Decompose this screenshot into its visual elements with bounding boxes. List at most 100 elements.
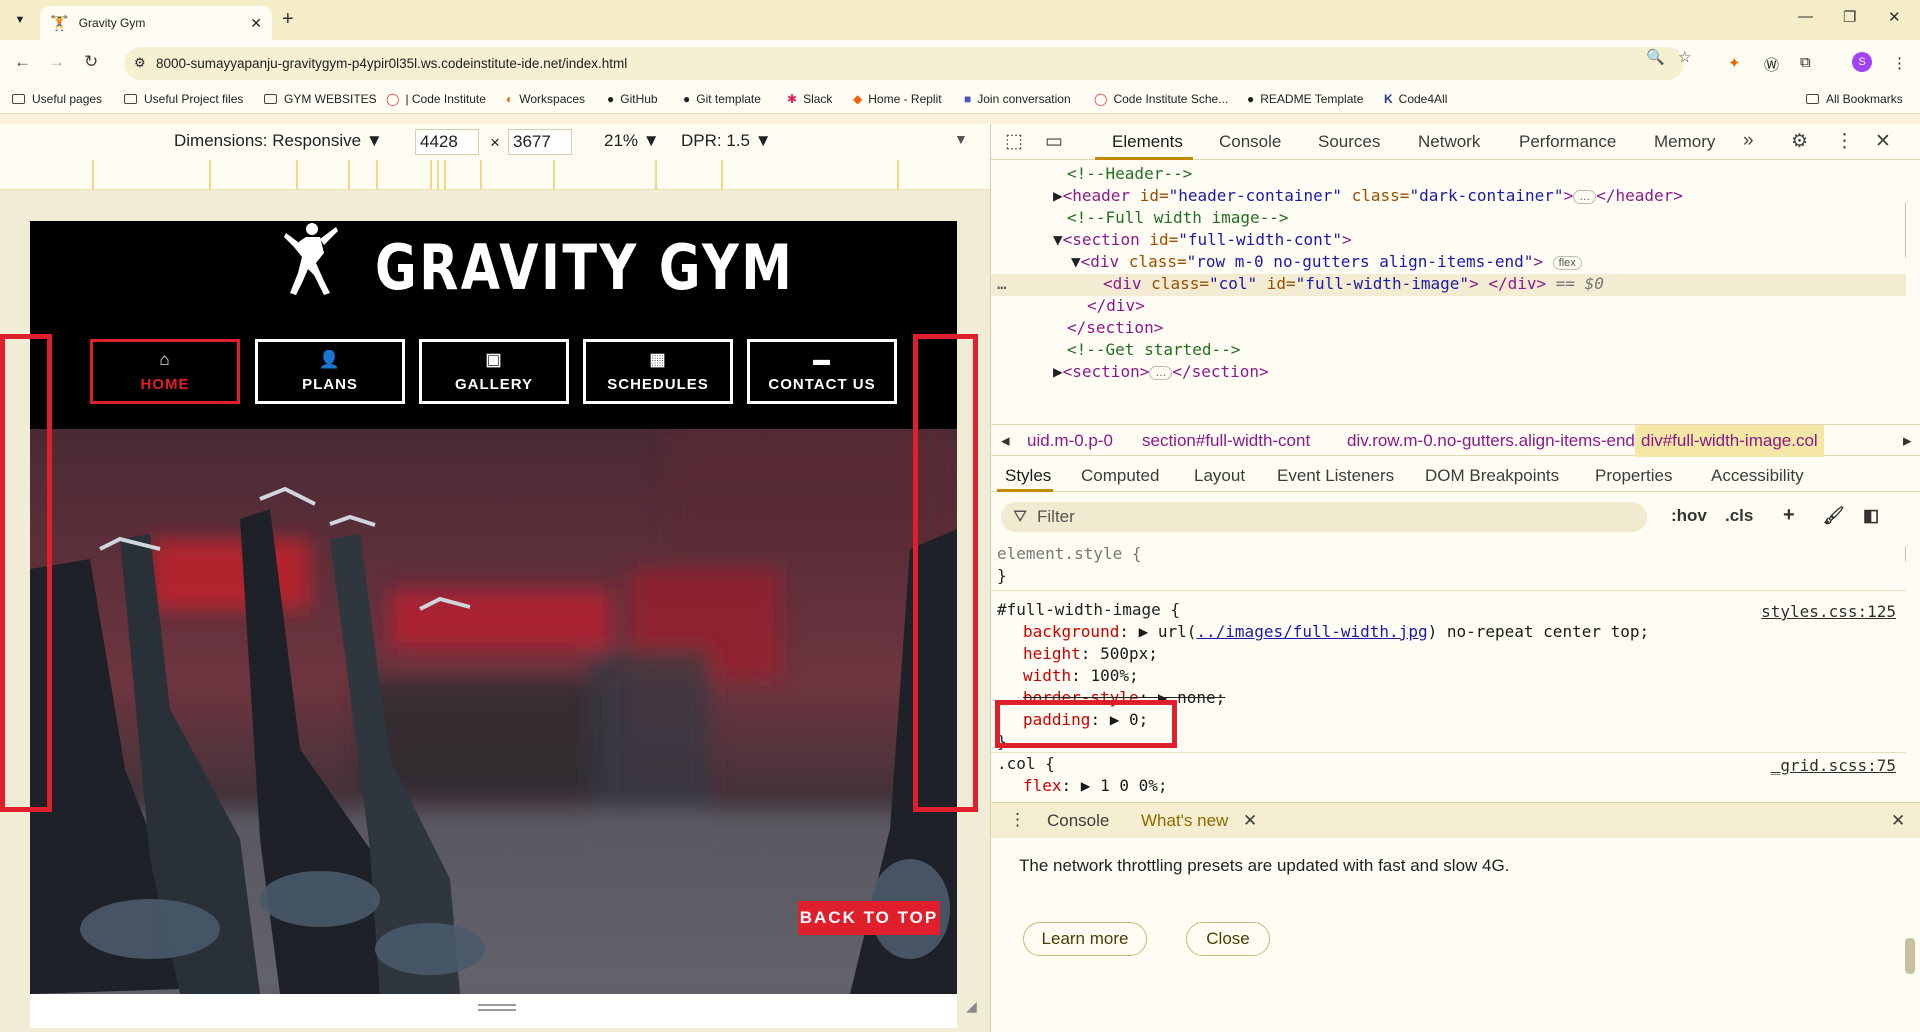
close-whats-new-tab-icon[interactable]: ✕ <box>1243 811 1257 831</box>
address-bar[interactable]: ⚙ 8000-sumayyapanju-gravitygym-p4ypir0l3… <box>124 47 1684 80</box>
bookmark-link[interactable]: ● GitHub <box>607 92 658 106</box>
extension-icon[interactable]: ✦ <box>1728 54 1741 72</box>
close-button[interactable]: Close <box>1186 922 1270 956</box>
forward-arrow-icon[interactable]: → <box>48 52 65 72</box>
tab-elements[interactable]: Elements <box>1112 132 1183 152</box>
nav-schedules-button[interactable]: ▦ SCHEDULES <box>583 339 733 404</box>
dom-node-row-div[interactable]: ▼<div class="row m-0 no-gutters align-it… <box>1071 252 1582 271</box>
breadcrumb-item[interactable]: uid.m-0.p-0 <box>1027 431 1113 451</box>
dimensions-dropdown[interactable]: Dimensions: Responsive ▼ <box>174 131 383 151</box>
learn-more-button[interactable]: Learn more <box>1023 922 1147 956</box>
subtab-event-listeners[interactable]: Event Listeners <box>1277 466 1394 486</box>
subtab-styles[interactable]: Styles <box>1005 466 1051 486</box>
nav-gallery-button[interactable]: ▣ GALLERY <box>419 339 569 404</box>
corner-resize-icon[interactable]: ◢ <box>966 998 977 1015</box>
bookmark-link[interactable]: ◯ Code Institute Sche... <box>1094 92 1228 106</box>
subtab-accessibility[interactable]: Accessibility <box>1711 466 1804 486</box>
zoom-icon[interactable]: 🔍 <box>1646 48 1665 66</box>
close-window-icon[interactable]: ✕ <box>1888 8 1901 26</box>
hov-toggle-button[interactable]: :hov <box>1671 506 1707 526</box>
styles-filter-input[interactable]: ⛛ Filter <box>1001 502 1647 532</box>
subtab-layout[interactable]: Layout <box>1194 466 1245 486</box>
breadcrumb-right-arrow-icon[interactable]: ▸ <box>1903 431 1912 451</box>
subtab-computed[interactable]: Computed <box>1081 466 1159 486</box>
subtab-dom-breakpoints[interactable]: DOM Breakpoints <box>1425 466 1559 486</box>
inspect-element-icon[interactable]: ⬚ <box>1005 130 1023 153</box>
css-flex-declaration[interactable]: flex: ▶ 1 0 0%; <box>1023 776 1168 795</box>
bookmark-link[interactable]: ✱ Slack <box>787 92 832 106</box>
subtab-properties[interactable]: Properties <box>1595 466 1672 486</box>
zoom-dropdown[interactable]: 21% ▼ <box>604 131 660 151</box>
expand-triangle-icon[interactable]: ▶ <box>1053 186 1063 205</box>
new-style-rule-plus-icon[interactable]: + <box>1783 504 1795 527</box>
css-height-declaration[interactable]: height: 500px; <box>1023 644 1158 663</box>
elements-dom-tree[interactable]: <!--Header--> ▶<header id="header-contai… <box>991 160 1906 422</box>
breadcrumb-item[interactable]: section#full-width-cont <box>1142 431 1310 451</box>
flex-badge[interactable]: flex <box>1552 255 1582 270</box>
collapsed-ellipsis-badge[interactable]: … <box>1149 365 1173 380</box>
cls-toggle-button[interactable]: .cls <box>1725 506 1753 526</box>
source-link-grid-scss[interactable]: _grid.scss:75 <box>1771 756 1896 775</box>
more-options-triangle-icon[interactable]: ▼ <box>954 131 968 147</box>
bookmark-link[interactable]: ● README Template <box>1247 92 1363 106</box>
restore-window-icon[interactable]: ❐ <box>1843 8 1856 26</box>
new-tab-plus-icon[interactable]: + <box>282 8 294 31</box>
nav-contact-button[interactable]: ▬ CONTACT US <box>747 339 897 404</box>
tab-network[interactable]: Network <box>1418 132 1480 152</box>
row-options-ellipsis-icon[interactable]: … <box>997 274 1007 293</box>
expand-triangle-icon[interactable]: ▶ <box>1053 362 1063 381</box>
breadcrumb-item[interactable]: div.row.m-0.no-gutters.align-items-end <box>1347 431 1635 451</box>
dom-node-header[interactable]: ▶<header id="header-container" class="da… <box>1053 186 1683 205</box>
browser-menu-icon[interactable]: ⋮ <box>1892 54 1907 72</box>
height-input[interactable]: 3677 <box>508 129 572 155</box>
bookmark-link[interactable]: ● Git template <box>683 92 761 106</box>
more-tabs-chevron-icon[interactable]: » <box>1743 130 1754 152</box>
tab-search-chevron-icon[interactable]: ▼ <box>8 8 32 32</box>
bookmark-folder[interactable]: GYM WEBSITES <box>264 92 377 106</box>
tab-performance[interactable]: Performance <box>1519 132 1616 152</box>
devtools-menu-icon[interactable]: ⋮ <box>1835 130 1854 153</box>
extension-w-icon[interactable]: Ⓦ <box>1764 54 1779 75</box>
source-link-styles-css[interactable]: styles.css:125 <box>1761 602 1896 621</box>
back-to-top-button[interactable]: BACK TO TOP <box>798 901 940 935</box>
site-info-icon[interactable]: ⚙ <box>134 55 146 71</box>
width-input[interactable]: 4428 <box>415 129 479 155</box>
bookmark-link[interactable]: K Code4All <box>1384 92 1447 106</box>
profile-avatar[interactable]: S <box>1852 52 1872 72</box>
browser-tab[interactable]: 🏋 Gravity Gym ✕ <box>40 6 272 40</box>
dpr-dropdown[interactable]: DPR: 1.5 ▼ <box>681 131 772 151</box>
styles-scrollbar[interactable] <box>1905 544 1906 564</box>
dom-node-section-get-started[interactable]: ▶<section>… </section> <box>1053 362 1269 381</box>
nav-plans-button[interactable]: 👤 PLANS <box>255 339 405 404</box>
breadcrumb-item-selected[interactable]: div#full-width-image.col <box>1635 425 1824 457</box>
drawer-tab-console[interactable]: Console <box>1047 811 1109 831</box>
bookmark-star-icon[interactable]: ☆ <box>1678 48 1691 66</box>
reload-icon[interactable]: ↻ <box>84 52 98 72</box>
drawer-menu-icon[interactable]: ⋮ <box>1009 810 1026 830</box>
minimize-icon[interactable]: — <box>1798 8 1813 25</box>
css-width-declaration[interactable]: width: 100%; <box>1023 666 1139 685</box>
drawer-tab-whats-new[interactable]: What's new <box>1141 811 1228 831</box>
tab-close-icon[interactable]: ✕ <box>250 15 262 32</box>
all-bookmarks[interactable]: All Bookmarks <box>1806 92 1903 106</box>
css-background-declaration[interactable]: background: ▶ url(../images/full-width.j… <box>1023 622 1649 641</box>
device-toggle-icon[interactable]: ▭ <box>1045 130 1063 153</box>
bookmark-folder[interactable]: Useful Project files <box>124 92 243 106</box>
bookmark-link[interactable]: ◐ Workspaces <box>506 92 585 106</box>
media-query-ruler[interactable] <box>0 160 990 190</box>
dom-node-full-width-image[interactable]: <div class="col" id="full-width-image"> … <box>1103 274 1604 293</box>
nav-home-button[interactable]: ⌂ HOME <box>90 339 240 404</box>
back-arrow-icon[interactable]: ← <box>14 52 31 72</box>
elements-scrollbar[interactable] <box>1905 200 1906 260</box>
extensions-puzzle-icon[interactable]: ⧉ <box>1800 54 1811 71</box>
tab-console[interactable]: Console <box>1219 132 1281 152</box>
bookmark-link[interactable]: ◯ | Code Institute <box>386 92 486 106</box>
bookmark-folder[interactable]: Useful pages <box>12 92 102 106</box>
toggle-sidebar-icon[interactable]: ◧ <box>1863 506 1879 526</box>
bookmark-link[interactable]: ■ Join conversation <box>964 92 1071 106</box>
collapsed-ellipsis-badge[interactable]: … <box>1573 189 1597 204</box>
close-devtools-icon[interactable]: ✕ <box>1875 130 1891 153</box>
tab-sources[interactable]: Sources <box>1318 132 1380 152</box>
paint-brush-icon[interactable]: 🖌 <box>1823 506 1845 526</box>
styles-pane[interactable]: element.style { } #full-width-image { st… <box>991 540 1906 798</box>
